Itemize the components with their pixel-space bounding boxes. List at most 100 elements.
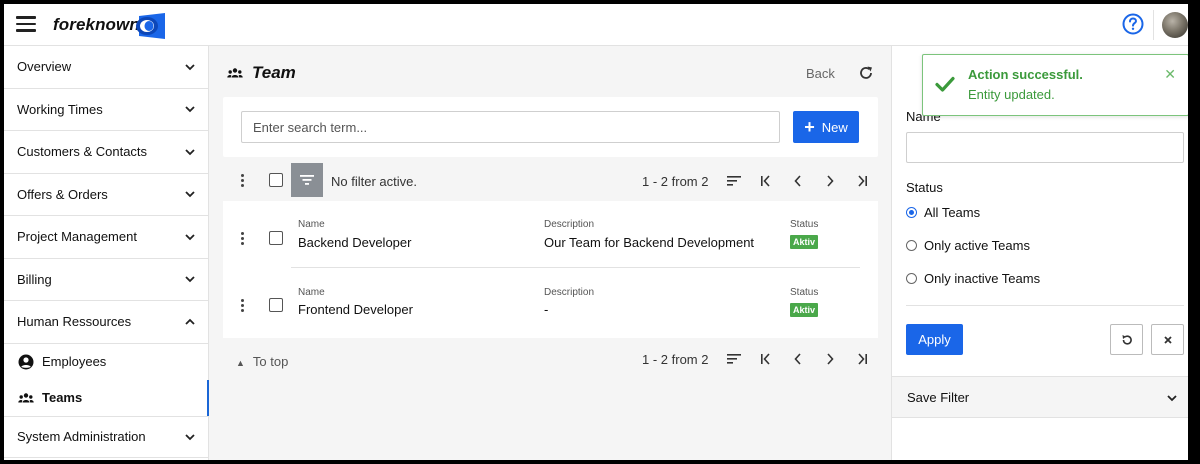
pager-info: 1 - 2 from 2: [642, 174, 709, 189]
radio-active-teams[interactable]: Only active Teams: [906, 238, 1030, 253]
last-page-icon[interactable]: [855, 174, 869, 188]
sidebar-item-label: System Administration: [17, 429, 146, 445]
row-name: Frontend Developer: [298, 302, 413, 317]
more-vertical-icon[interactable]: [241, 174, 245, 188]
group-icon: [18, 392, 34, 402]
row-description: Our Team for Backend Development: [544, 235, 755, 250]
sidebar-item-label: Offers & Orders: [17, 186, 108, 202]
chevron-down-icon: [1167, 395, 1177, 402]
radio-button[interactable]: [906, 207, 917, 218]
refresh-icon[interactable]: [858, 65, 874, 81]
sidebar-item-offers-orders[interactable]: Offers & Orders: [4, 174, 208, 216]
select-all-checkbox[interactable]: [269, 173, 283, 187]
plus-icon: +: [804, 117, 815, 137]
column-label-name: Name: [298, 287, 325, 298]
chevron-up-icon: [185, 318, 195, 325]
search-input[interactable]: [241, 111, 780, 143]
top-bar: foreknown: [4, 4, 1188, 46]
radio-button[interactable]: [906, 273, 917, 284]
sidebar-item-label: Customers & Contacts: [17, 144, 148, 160]
checkmark-icon: [935, 76, 955, 92]
first-page-icon[interactable]: [759, 174, 773, 188]
sidebar-item-customers-contacts[interactable]: Customers & Contacts: [4, 131, 208, 174]
radio-button[interactable]: [906, 240, 917, 251]
sort-icon[interactable]: [727, 352, 741, 366]
chevron-left-icon[interactable]: [791, 352, 805, 366]
row-checkbox[interactable]: [269, 231, 283, 245]
chevron-down-icon: [185, 191, 195, 198]
radio-label: Only inactive Teams: [924, 271, 1041, 286]
radio-label: Only active Teams: [924, 238, 1030, 253]
divider: [1153, 10, 1154, 40]
chevron-left-icon[interactable]: [791, 174, 805, 188]
table-row[interactable]: Name Frontend Developer Description - St…: [223, 270, 878, 337]
avatar[interactable]: [1162, 12, 1188, 38]
sidebar-item-teams[interactable]: Teams: [4, 379, 209, 416]
more-vertical-icon[interactable]: [241, 299, 245, 313]
team-list: Name Backend Developer Description Our T…: [223, 201, 878, 338]
toast-message: Entity updated.: [968, 87, 1055, 102]
menu-icon[interactable]: [16, 16, 36, 32]
success-toast: Action successful. Entity updated. ✕: [922, 54, 1188, 116]
chevron-down-icon: [185, 234, 195, 241]
sidebar-item-employees[interactable]: Employees: [4, 344, 208, 380]
sidebar: Overview Working Times Customers & Conta…: [4, 46, 209, 460]
radio-label: All Teams: [924, 205, 981, 220]
row-name: Backend Developer: [298, 235, 412, 250]
brand-name: foreknown: [53, 15, 140, 34]
filter-status: No filter active.: [331, 174, 417, 189]
column-label-description: Description: [544, 287, 595, 298]
status-filter-label: Status: [906, 180, 943, 195]
close-icon: [1163, 335, 1172, 344]
save-filter-section[interactable]: Save Filter: [892, 376, 1188, 418]
sidebar-item-label: Human Ressources: [17, 314, 132, 330]
to-top-link[interactable]: ▲ To top: [236, 354, 288, 369]
sidebar-item-overview[interactable]: Overview: [4, 46, 208, 89]
radio-inactive-teams[interactable]: Only inactive Teams: [906, 271, 1040, 286]
row-description: -: [544, 302, 549, 317]
close-icon[interactable]: ✕: [1164, 66, 1176, 83]
radio-all-teams[interactable]: All Teams: [906, 205, 980, 220]
first-page-icon[interactable]: [759, 352, 773, 366]
chevron-down-icon: [185, 149, 195, 156]
back-link[interactable]: Back: [806, 66, 835, 81]
sidebar-item-label: Teams: [42, 390, 83, 405]
toast-title: Action successful.: [968, 67, 1083, 82]
row-checkbox[interactable]: [269, 298, 283, 312]
help-icon[interactable]: [1122, 13, 1144, 35]
search-card: + New: [223, 97, 878, 157]
arrow-up-icon: ▲: [236, 358, 245, 368]
sidebar-item-project-management[interactable]: Project Management: [4, 216, 208, 259]
page-title: Team: [226, 63, 296, 83]
chevron-down-icon: [185, 434, 195, 441]
sidebar-item-working-times[interactable]: Working Times: [4, 89, 208, 131]
more-vertical-icon[interactable]: [241, 232, 245, 246]
status-badge: Aktiv: [790, 235, 819, 249]
last-page-icon[interactable]: [855, 352, 869, 366]
list-toolbar: No filter active. 1 - 2 from 2: [223, 163, 878, 199]
filter-icon: [300, 175, 314, 185]
column-label-description: Description: [544, 219, 595, 230]
sort-icon[interactable]: [727, 174, 741, 188]
app-window: foreknown Overview Working Times Custome…: [4, 4, 1188, 460]
chevron-down-icon: [185, 64, 195, 71]
sidebar-item-label: Working Times: [17, 101, 103, 117]
main-content: Team Back + New No filter ac: [209, 46, 891, 460]
sidebar-item-billing[interactable]: Billing: [4, 259, 208, 301]
logo-icon: [136, 13, 165, 39]
chevron-down-icon: [185, 106, 195, 113]
name-filter-input[interactable]: [906, 132, 1184, 163]
column-label-name: Name: [298, 219, 325, 230]
status-badge: Aktiv: [790, 303, 819, 317]
table-row[interactable]: Name Backend Developer Description Our T…: [223, 201, 878, 268]
reset-filter-button[interactable]: [1110, 324, 1143, 355]
clear-filter-button[interactable]: [1151, 324, 1184, 355]
apply-button[interactable]: Apply: [906, 324, 963, 355]
new-button[interactable]: + New: [793, 111, 859, 143]
chevron-right-icon[interactable]: [823, 174, 837, 188]
sidebar-item-human-ressources[interactable]: Human Ressources: [4, 301, 208, 344]
sidebar-item-system-administration[interactable]: System Administration: [4, 415, 208, 458]
chevron-right-icon[interactable]: [823, 352, 837, 366]
filter-button[interactable]: [291, 163, 323, 197]
column-label-status: Status: [790, 287, 819, 298]
